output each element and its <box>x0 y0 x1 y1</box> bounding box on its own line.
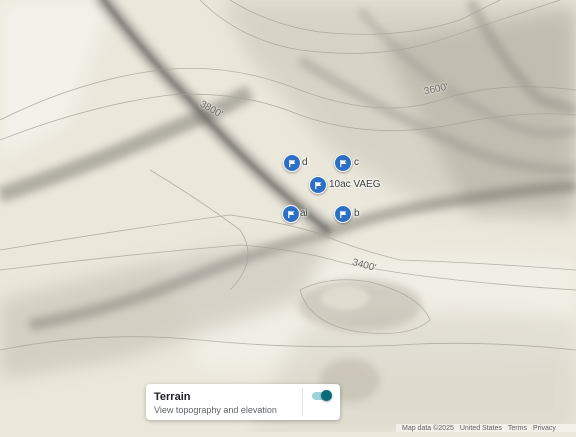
map-canvas[interactable]: 3800' 3600' 3400' d c 10ac VAEG ai b <box>0 0 576 432</box>
region-link[interactable]: United States <box>460 425 502 432</box>
terrain-subtitle: View topography and elevation <box>154 405 277 415</box>
flag-icon <box>287 210 294 218</box>
marker-ai[interactable] <box>282 205 300 223</box>
flag-icon <box>339 159 346 167</box>
marker-label-b: b <box>354 208 360 219</box>
privacy-link[interactable]: Privacy <box>533 425 556 432</box>
marker-label-ai: ai <box>300 208 308 219</box>
terrain-toggle[interactable] <box>312 390 332 401</box>
terrain-layer-card[interactable]: Terrain View topography and elevation <box>146 384 340 420</box>
flag-icon <box>339 210 346 218</box>
flag-icon <box>314 181 321 189</box>
terms-link[interactable]: Terms <box>508 425 527 432</box>
marker-b[interactable] <box>334 205 352 223</box>
map-data-attribution: Map data ©2025 <box>402 424 454 432</box>
card-divider <box>302 388 303 416</box>
flag-icon <box>288 159 295 167</box>
marker-label-d: d <box>302 157 308 168</box>
marker-10ac-vaeg[interactable] <box>309 176 327 194</box>
marker-label-10ac-vaeg: 10ac VAEG <box>329 179 381 190</box>
marker-c[interactable] <box>334 154 352 172</box>
terrain-title: Terrain <box>154 391 191 403</box>
marker-d[interactable] <box>283 154 301 172</box>
marker-label-c: c <box>354 157 359 168</box>
map-footer: Map data ©2025 United States Terms Priva… <box>396 424 576 432</box>
toggle-knob <box>321 390 332 401</box>
